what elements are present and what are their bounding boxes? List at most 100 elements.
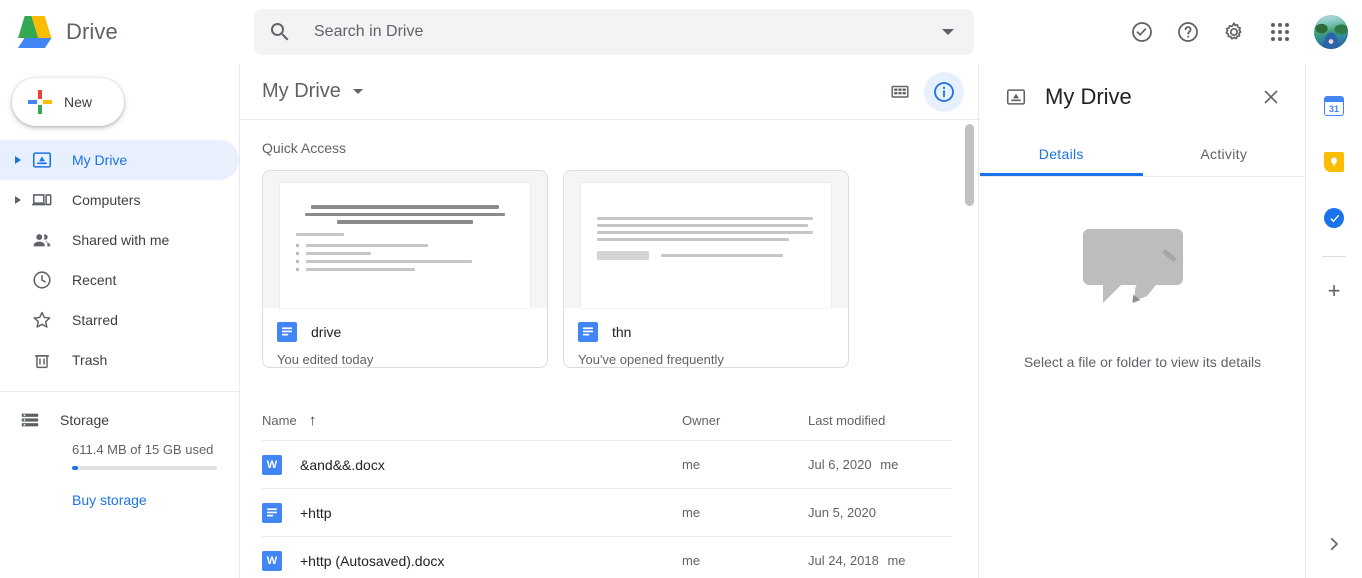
header-actions xyxy=(1120,0,1362,64)
storage-icon xyxy=(18,408,42,432)
close-icon[interactable] xyxy=(1251,77,1291,117)
buy-storage-link[interactable]: Buy storage xyxy=(72,492,147,508)
preview-chip xyxy=(597,251,649,260)
breadcrumb-chevron-down-icon[interactable] xyxy=(352,89,363,94)
google-apps-grid-icon[interactable] xyxy=(1258,10,1302,54)
column-header-name[interactable]: Name ↑ xyxy=(262,412,682,429)
google-drive-window: Drive Search in Drive New My Drive Compu… xyxy=(0,0,1362,578)
plus-icon[interactable]: + xyxy=(1314,271,1354,311)
main-scroll-area: Quick Access drive You edited today thn … xyxy=(240,120,978,578)
support-icon[interactable] xyxy=(1120,10,1164,54)
row-file-name: &and&&.docx xyxy=(300,456,385,473)
tab-details[interactable]: Details xyxy=(980,130,1143,176)
row-name-cell: W &and&&.docx xyxy=(262,454,682,475)
google-docs-icon xyxy=(262,502,282,523)
main-scrollbar[interactable] xyxy=(965,124,974,574)
card-meta: drive You edited today xyxy=(263,308,547,367)
row-modified-date: Jul 6, 2020 xyxy=(808,457,872,472)
word-doc-icon: W xyxy=(262,454,282,475)
new-button-label: New xyxy=(64,94,93,110)
help-icon[interactable] xyxy=(1166,10,1210,54)
search-bar[interactable] xyxy=(254,9,974,55)
sidebar-item-storage[interactable]: Storage xyxy=(0,398,239,442)
sidebar-item-shared-with-me[interactable]: Shared with me xyxy=(0,220,239,260)
google-tasks-icon[interactable] xyxy=(1314,198,1354,238)
card-name-row: drive xyxy=(277,322,533,342)
sidebar-item-starred[interactable]: Starred xyxy=(0,300,239,340)
keep-glyph xyxy=(1324,152,1344,172)
info-icon[interactable] xyxy=(924,71,964,112)
sidebar-item-trash[interactable]: Trash xyxy=(0,340,239,380)
card-file-name: thn xyxy=(612,324,632,340)
card-thumbnail xyxy=(564,171,848,308)
breadcrumb[interactable]: My Drive xyxy=(262,80,341,103)
account-avatar[interactable] xyxy=(1314,15,1348,49)
table-row[interactable]: W +http (Autosaved).docx me Jul 24, 2018… xyxy=(262,536,952,578)
search-input[interactable] xyxy=(292,23,934,41)
expand-my-drive-button[interactable] xyxy=(6,156,30,164)
search-options-button[interactable] xyxy=(934,18,962,46)
apps-grid-dots xyxy=(1271,23,1289,41)
brand-area[interactable]: Drive xyxy=(0,14,250,50)
card-meta: thn You've opened frequently xyxy=(564,308,848,367)
new-button[interactable]: New xyxy=(12,78,124,126)
calendar-date-number: 31 xyxy=(1328,103,1339,114)
search-icon xyxy=(268,20,292,44)
left-sidebar: New My Drive Computers Shared with me Re… xyxy=(0,64,240,578)
row-owner: me xyxy=(682,457,701,472)
triangle-right-icon xyxy=(15,156,21,164)
table-row[interactable]: +http me Jun 5, 2020 xyxy=(262,488,952,536)
row-modified: Jul 24, 2018 me xyxy=(808,553,952,568)
scrollbar-thumb[interactable] xyxy=(965,124,974,206)
column-header-owner[interactable]: Owner xyxy=(682,413,808,428)
details-tabs: Details Activity xyxy=(980,130,1305,177)
content-inner: Quick Access drive You edited today thn … xyxy=(240,140,978,578)
right-rail: 31 + xyxy=(1306,64,1362,578)
tab-activity[interactable]: Activity xyxy=(1143,130,1306,176)
card-file-name: drive xyxy=(311,324,342,340)
row-owner: me xyxy=(682,505,701,520)
sidebar-label-recent: Recent xyxy=(72,272,117,288)
expand-computers-button[interactable] xyxy=(6,196,30,204)
main-content: My Drive Quick Access drive You edited t… xyxy=(240,64,979,578)
card-thumbnail xyxy=(263,171,547,308)
google-keep-icon[interactable] xyxy=(1314,142,1354,182)
details-empty-state: Select a file or folder to view its deta… xyxy=(980,177,1305,370)
storage-label: Storage xyxy=(60,412,110,428)
arrow-up-icon: ↑ xyxy=(308,411,317,429)
table-header-row: Name ↑ Owner Last modified xyxy=(262,400,952,440)
row-owner: me xyxy=(682,553,701,568)
triangle-right-icon xyxy=(15,196,21,204)
details-title: My Drive xyxy=(1045,84,1132,109)
row-modified-by: me xyxy=(887,553,906,568)
shared-with-me-icon xyxy=(30,228,54,252)
google-docs-icon xyxy=(578,322,598,342)
chevron-right-icon[interactable] xyxy=(1314,524,1354,564)
sidebar-item-computers[interactable]: Computers xyxy=(0,180,239,220)
rail-divider xyxy=(1322,256,1346,257)
row-modified: Jun 5, 2020 xyxy=(808,505,952,520)
google-calendar-icon[interactable]: 31 xyxy=(1314,86,1354,126)
row-name-cell: W +http (Autosaved).docx xyxy=(262,550,682,571)
sidebar-item-recent[interactable]: Recent xyxy=(0,260,239,300)
row-modified-date: Jun 5, 2020 xyxy=(808,505,876,520)
sidebar-label-computers: Computers xyxy=(72,192,141,208)
app-title: Drive xyxy=(66,19,118,44)
quick-access-title: Quick Access xyxy=(262,140,347,156)
quick-access-row: drive You edited today thn You've opened… xyxy=(262,170,978,368)
calendar-glyph: 31 xyxy=(1324,96,1344,116)
grid-view-icon[interactable] xyxy=(880,72,920,112)
row-name-cell: +http xyxy=(262,502,682,523)
quick-access-card[interactable]: drive You edited today xyxy=(262,170,548,368)
sidebar-item-my-drive[interactable]: My Drive xyxy=(0,140,239,180)
quick-access-card[interactable]: thn You've opened frequently xyxy=(563,170,849,368)
speech-bubble-pencil-illustration xyxy=(1082,229,1183,303)
table-row[interactable]: W &and&&.docx me Jul 6, 2020 me xyxy=(262,440,952,488)
row-modified-by: me xyxy=(880,457,899,472)
settings-gear-icon[interactable] xyxy=(1212,10,1256,54)
card-name-row: thn xyxy=(578,322,834,342)
main-toolbar-actions xyxy=(880,71,964,112)
details-panel: My Drive Details Activity Select a file … xyxy=(980,64,1306,578)
column-header-last-modified[interactable]: Last modified xyxy=(808,413,952,428)
clock-icon xyxy=(30,268,54,292)
